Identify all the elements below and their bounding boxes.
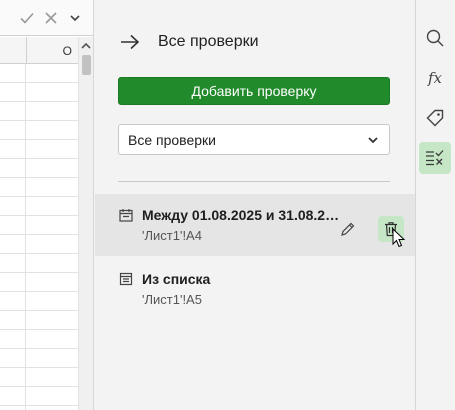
column-label: O <box>62 44 72 58</box>
list-icon <box>119 272 133 286</box>
formula-bar <box>0 0 93 36</box>
column-separator <box>26 37 27 64</box>
rule-range: 'Лист1'!A5 <box>142 292 202 307</box>
right-toolbar: fx <box>415 0 455 410</box>
cell-grid[interactable] <box>0 64 78 410</box>
data-validation-icon <box>426 150 444 166</box>
data-validation-button[interactable] <box>419 142 451 174</box>
arrow-right-icon[interactable] <box>119 31 141 53</box>
scroll-thumb[interactable] <box>82 55 91 75</box>
chevron-down-icon <box>368 137 378 144</box>
rule-title: Из списка <box>142 271 211 287</box>
rule-title: Между 01.08.2025 и 31.08.2… <box>142 207 340 223</box>
tag-icon <box>426 109 444 127</box>
close-icon[interactable] <box>42 9 60 27</box>
function-icon: fx <box>427 69 442 87</box>
search-icon <box>426 29 444 47</box>
filter-select-value: Все проверки <box>128 131 216 148</box>
filter-select[interactable]: Все проверки <box>118 124 390 155</box>
panel-header: Все проверки <box>119 30 259 54</box>
calendar-icon <box>119 209 133 222</box>
search-button[interactable] <box>419 22 451 54</box>
edit-icon[interactable] <box>339 220 357 238</box>
scroll-up-icon[interactable] <box>81 41 91 51</box>
add-validation-button[interactable]: Добавить проверку <box>118 77 390 105</box>
vertical-scrollbar[interactable] <box>78 37 93 410</box>
chevron-down-icon[interactable] <box>66 9 84 27</box>
panel-title: Все проверки <box>158 33 259 50</box>
function-button[interactable]: fx <box>419 62 451 94</box>
column-header[interactable]: O <box>0 37 78 64</box>
data-validation-panel: Все проверки Добавить проверку Все прове… <box>95 0 415 410</box>
tag-button[interactable] <box>419 102 451 134</box>
rule-item[interactable]: Из списка 'Лист1'!A5 <box>95 258 415 320</box>
spreadsheet-area: O <box>0 0 94 410</box>
divider <box>118 181 390 182</box>
rule-item[interactable]: Между 01.08.2025 и 31.08.2… 'Лист1'!A4 <box>95 194 415 256</box>
delete-button[interactable] <box>378 216 404 242</box>
check-icon[interactable] <box>18 9 36 27</box>
trash-icon <box>385 222 397 237</box>
rule-range: 'Лист1'!A4 <box>142 228 202 243</box>
